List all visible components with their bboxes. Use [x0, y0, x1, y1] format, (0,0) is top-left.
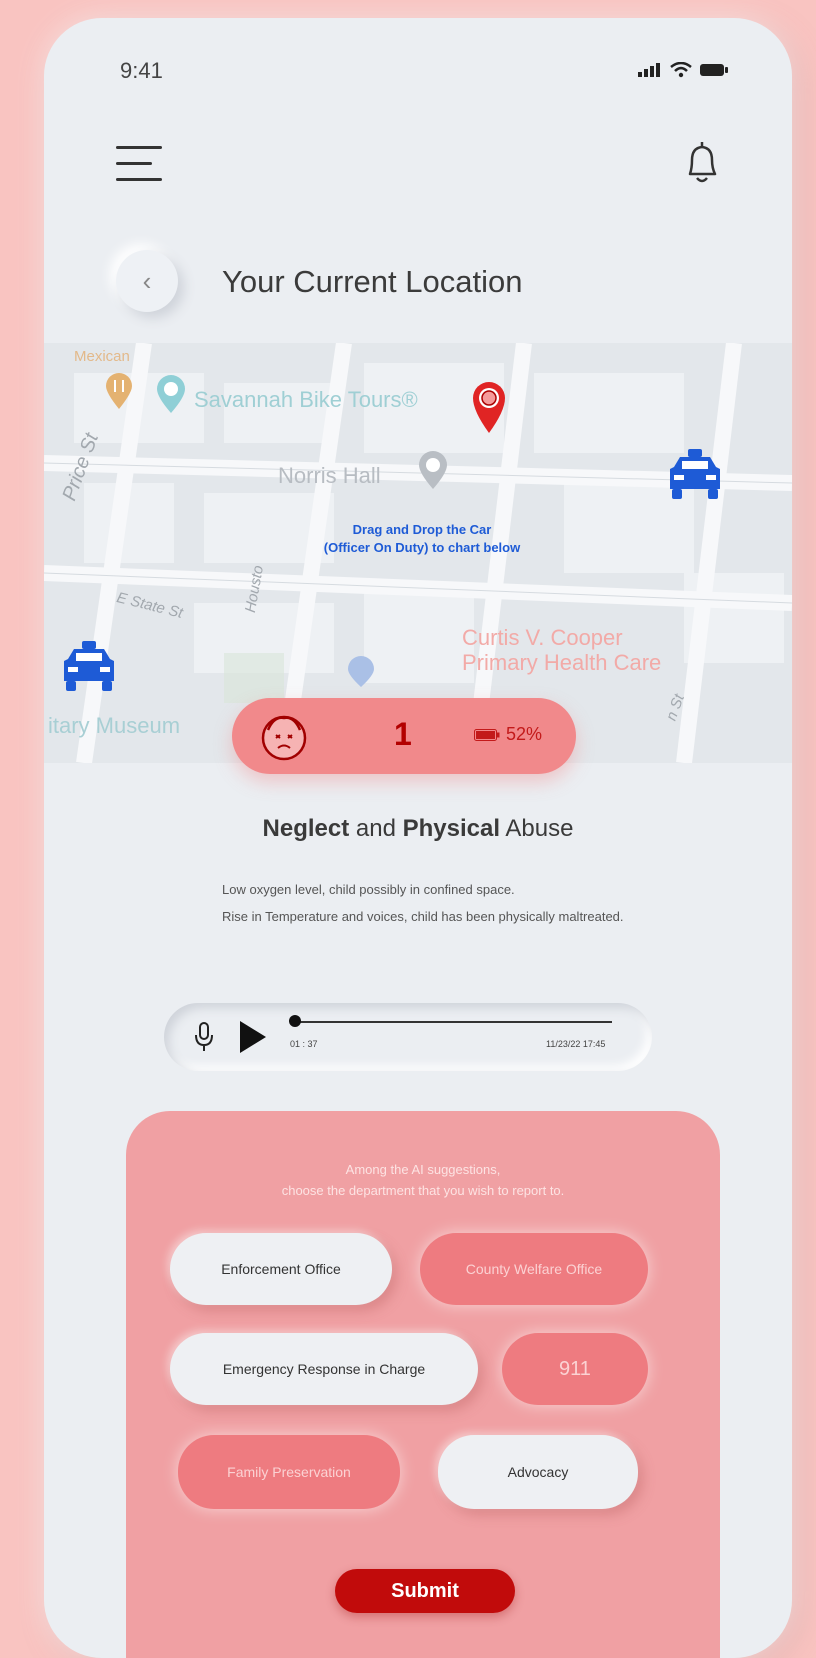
map-label-curtis-cooper: Curtis V. Cooper Primary Health Care: [462, 625, 662, 675]
audio-timestamp: 11/23/22 17:45: [546, 1039, 606, 1049]
option-county-welfare-office[interactable]: County Welfare Office: [420, 1233, 648, 1305]
signal-icon: [638, 63, 660, 77]
location-pin-icon[interactable]: [346, 655, 376, 689]
chevron-left-icon: ‹: [142, 265, 152, 296]
report-panel: Among the AI suggestions, choose the dep…: [126, 1111, 720, 1658]
map-label-norris-hall: Norris Hall: [278, 463, 381, 488]
report-prompt: Among the AI suggestions, choose the dep…: [281, 1162, 565, 1198]
battery-level: 52%: [506, 724, 543, 744]
option-emergency-response[interactable]: Emergency Response in Charge: [170, 1333, 478, 1405]
restaurant-pin-icon[interactable]: [104, 371, 134, 411]
wifi-icon: [670, 62, 692, 78]
microphone-icon[interactable]: [194, 1021, 214, 1053]
map-label-museum: itary Museum: [48, 713, 181, 738]
phone-screen: 9:41 ‹ Your Current Location Mexican Sav…: [44, 18, 792, 1658]
case-line-2: Rise in Temperature and voices, child ha…: [222, 909, 624, 924]
option-enforcement-office[interactable]: Enforcement Office: [170, 1233, 392, 1305]
submit-button[interactable]: Submit: [335, 1569, 515, 1613]
alert-count: 1: [394, 716, 412, 752]
map-label-mexican: Mexican: [74, 348, 130, 365]
child-status-pill[interactable]: 1 52%: [232, 698, 576, 774]
bike-tours-pin-icon[interactable]: [154, 373, 188, 415]
battery-icon: [700, 64, 728, 76]
audio-progress-handle[interactable]: [289, 1015, 301, 1027]
status-time: 9:41: [120, 58, 163, 83]
case-description: Low oxygen level, child possibly in conf…: [222, 880, 642, 934]
page-title: Your Current Location: [222, 264, 523, 299]
map-label-bike-tours: Savannah Bike Tours®: [194, 387, 418, 412]
audio-player: 01 : 37 11/23/22 17:45: [164, 1003, 652, 1071]
option-advocacy[interactable]: Advocacy: [438, 1435, 638, 1509]
drag-instruction: Drag and Drop the Car (Officer On Duty) …: [323, 522, 521, 555]
school-pin-icon[interactable]: [416, 449, 450, 491]
battery-icon: [474, 728, 500, 741]
back-button[interactable]: ‹: [116, 250, 178, 312]
audio-progress-track[interactable]: [294, 1021, 612, 1023]
option-family-preservation[interactable]: Family Preservation: [178, 1435, 400, 1509]
child-location-pin-icon[interactable]: [470, 379, 508, 435]
police-car-icon[interactable]: [60, 641, 118, 693]
bell-icon[interactable]: [682, 138, 722, 186]
menu-icon[interactable]: [116, 146, 162, 194]
device-battery: 52%: [474, 724, 542, 745]
child-face-icon: [261, 715, 307, 761]
audio-elapsed: 01 : 37: [290, 1039, 318, 1049]
case-line-1: Low oxygen level, child possibly in conf…: [222, 882, 515, 897]
play-icon[interactable]: [238, 1019, 268, 1055]
police-car-icon[interactable]: [666, 449, 724, 501]
option-911[interactable]: 911: [502, 1333, 648, 1405]
status-icons: [638, 62, 728, 78]
case-title: Neglect and Physical Abuse: [262, 815, 574, 842]
